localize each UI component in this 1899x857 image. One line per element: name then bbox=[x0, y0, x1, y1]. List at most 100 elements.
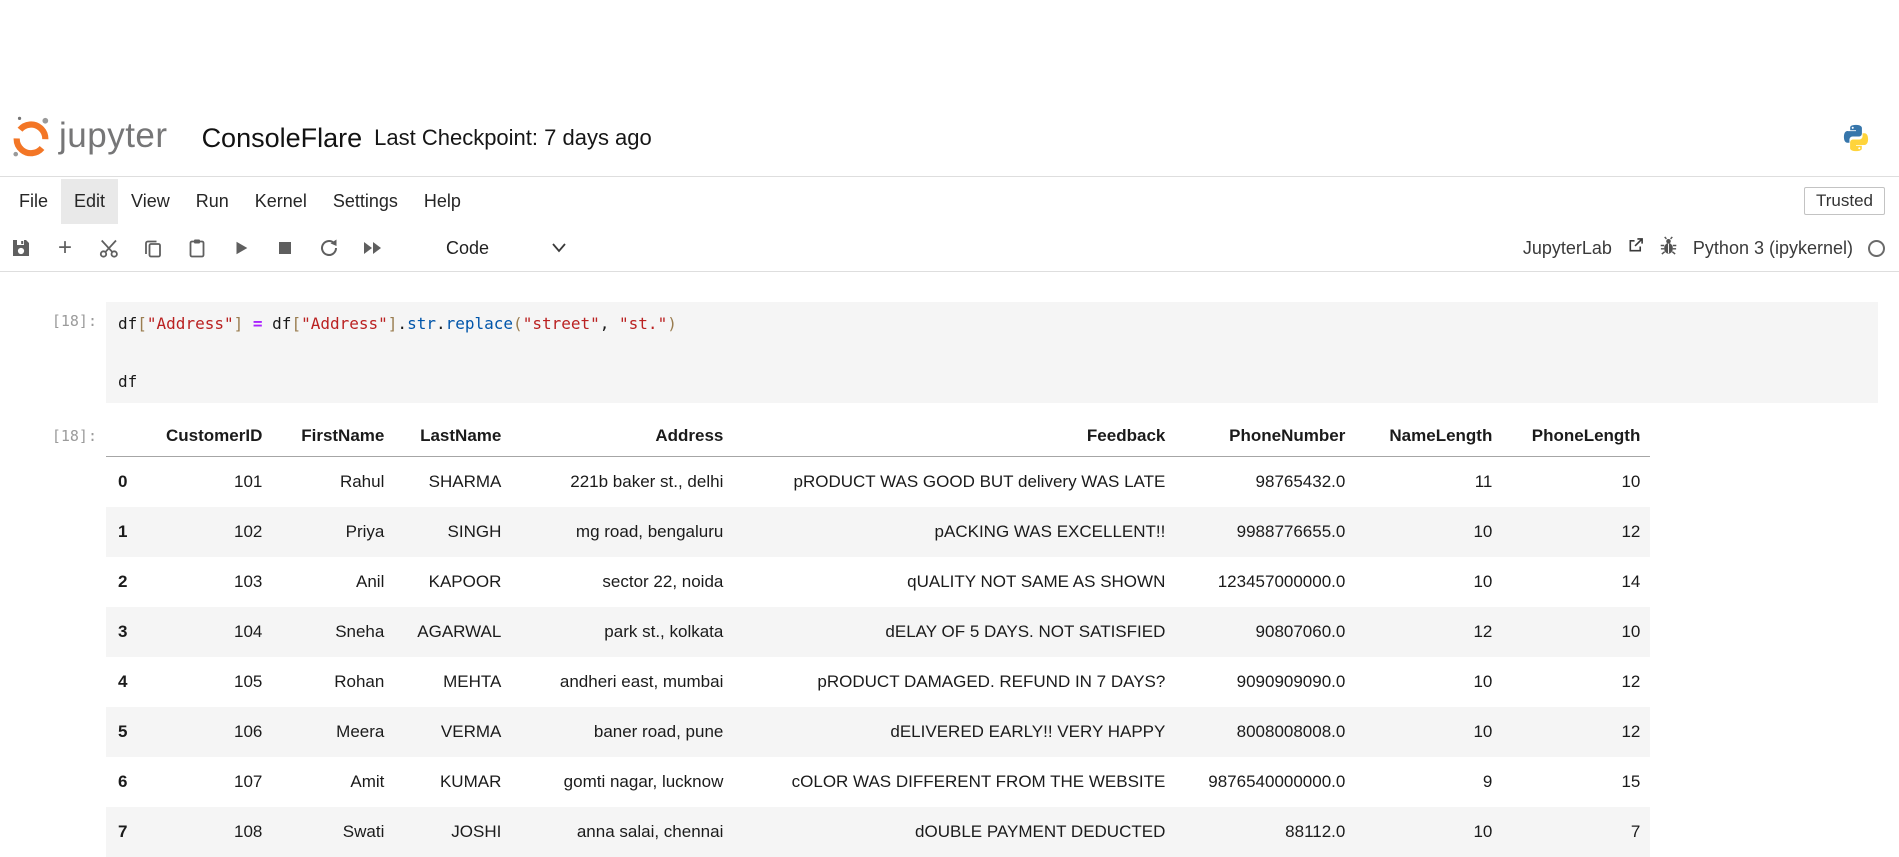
code-token: "Address" bbox=[301, 314, 388, 333]
table-cell: park st., kolkata bbox=[511, 607, 733, 657]
row-index: 6 bbox=[106, 757, 156, 807]
restart-kernel-icon[interactable] bbox=[318, 237, 340, 259]
kernel-name-label[interactable]: Python 3 (ipykernel) bbox=[1693, 238, 1853, 259]
save-icon[interactable] bbox=[10, 237, 32, 259]
column-header: FirstName bbox=[272, 420, 394, 457]
code-token: str bbox=[407, 314, 436, 333]
table-row: 4105RohanMEHTAandheri east, mumbaipRODUC… bbox=[106, 657, 1650, 707]
table-cell: Priya bbox=[272, 507, 394, 557]
table-cell: SINGH bbox=[394, 507, 511, 557]
jupyter-logo[interactable]: jupyter bbox=[10, 114, 168, 163]
row-index: 4 bbox=[106, 657, 156, 707]
table-cell: 98765432.0 bbox=[1175, 457, 1355, 508]
trusted-badge[interactable]: Trusted bbox=[1804, 187, 1885, 215]
menubar-items: FileEditViewRunKernelSettingsHelp bbox=[6, 177, 474, 225]
table-cell: 101 bbox=[156, 457, 272, 508]
debugger-bug-icon[interactable] bbox=[1659, 236, 1678, 260]
table-row: 1102PriyaSINGHmg road, bengalurupACKING … bbox=[106, 507, 1650, 557]
column-header: Feedback bbox=[733, 420, 1175, 457]
code-token: ] bbox=[388, 314, 398, 333]
code-token: [ bbox=[291, 314, 301, 333]
column-header: PhoneNumber bbox=[1175, 420, 1355, 457]
menu-help[interactable]: Help bbox=[411, 179, 474, 224]
table-cell: 106 bbox=[156, 707, 272, 757]
table-cell: 9090909090.0 bbox=[1175, 657, 1355, 707]
code-token bbox=[263, 314, 273, 333]
table-cell: 105 bbox=[156, 657, 272, 707]
copy-cells-icon[interactable] bbox=[142, 237, 164, 259]
table-cell: 9988776655.0 bbox=[1175, 507, 1355, 557]
table-cell: KUMAR bbox=[394, 757, 511, 807]
table-cell: 10 bbox=[1355, 707, 1502, 757]
code-token: ] bbox=[234, 314, 244, 333]
code-token: . bbox=[436, 314, 446, 333]
insert-cell-icon[interactable]: + bbox=[54, 237, 76, 259]
table-cell: MEHTA bbox=[394, 657, 511, 707]
menu-settings[interactable]: Settings bbox=[320, 179, 411, 224]
cut-cells-icon[interactable] bbox=[98, 237, 120, 259]
toolbar-right: JupyterLab Python 3 (ipykernel) bbox=[1523, 236, 1885, 260]
menu-file[interactable]: File bbox=[6, 179, 61, 224]
table-cell: qUALITY NOT SAME AS SHOWN bbox=[733, 557, 1175, 607]
code-line-1: df["Address"] = df["Address"].str.replac… bbox=[118, 309, 1866, 338]
table-cell: 88112.0 bbox=[1175, 807, 1355, 857]
menu-view[interactable]: View bbox=[118, 179, 183, 224]
menu-edit[interactable]: Edit bbox=[61, 179, 118, 224]
input-execution-prompt: [18]: bbox=[0, 302, 97, 330]
paste-cells-icon[interactable] bbox=[186, 237, 208, 259]
header-row: CustomerIDFirstNameLastNameAddressFeedba… bbox=[106, 420, 1650, 457]
table-cell: Meera bbox=[272, 707, 394, 757]
code-line-2 bbox=[118, 338, 1866, 367]
menu-run[interactable]: Run bbox=[183, 179, 242, 224]
table-row: 5106MeeraVERMAbaner road, punedELIVERED … bbox=[106, 707, 1650, 757]
table-cell: anna salai, chennai bbox=[511, 807, 733, 857]
code-token: df bbox=[118, 314, 137, 333]
table-cell: pRODUCT DAMAGED. REFUND IN 7 DAYS? bbox=[733, 657, 1175, 707]
column-header: PhoneLength bbox=[1502, 420, 1650, 457]
code-token: "Address" bbox=[147, 314, 234, 333]
row-index: 0 bbox=[106, 457, 156, 508]
interrupt-kernel-icon[interactable] bbox=[274, 237, 296, 259]
table-cell: Rahul bbox=[272, 457, 394, 508]
notebook-content: [18]: df["Address"] = df["Address"].str.… bbox=[0, 272, 1899, 857]
table-cell: AGARWAL bbox=[394, 607, 511, 657]
table-row: 3104SnehaAGARWALpark st., kolkatadELAY O… bbox=[106, 607, 1650, 657]
table-cell: 103 bbox=[156, 557, 272, 607]
menu-kernel[interactable]: Kernel bbox=[242, 179, 320, 224]
code-editor[interactable]: df["Address"] = df["Address"].str.replac… bbox=[106, 302, 1878, 403]
table-cell: 9876540000000.0 bbox=[1175, 757, 1355, 807]
row-index: 2 bbox=[106, 557, 156, 607]
column-header: NameLength bbox=[1355, 420, 1502, 457]
jupyter-logo-icon bbox=[10, 114, 52, 163]
kernel-status-indicator bbox=[1868, 240, 1885, 257]
table-cell: 10 bbox=[1355, 807, 1502, 857]
code-line-3: df bbox=[118, 367, 1866, 396]
code-cell: [18]: df["Address"] = df["Address"].str.… bbox=[0, 302, 1899, 403]
table-cell: mg road, bengaluru bbox=[511, 507, 733, 557]
notebook-title[interactable]: ConsoleFlare bbox=[202, 123, 363, 154]
table-cell: pACKING WAS EXCELLENT!! bbox=[733, 507, 1175, 557]
code-token: replace bbox=[446, 314, 513, 333]
run-cell-icon[interactable] bbox=[230, 237, 252, 259]
table-cell: Sneha bbox=[272, 607, 394, 657]
table-cell: 123457000000.0 bbox=[1175, 557, 1355, 607]
output-execution-prompt: [18]: bbox=[0, 420, 97, 445]
table-cell: dELAY OF 5 DAYS. NOT SATISFIED bbox=[733, 607, 1175, 657]
code-token: df bbox=[272, 314, 291, 333]
table-cell: andheri east, mumbai bbox=[511, 657, 733, 707]
table-cell: dELIVERED EARLY!! VERY HAPPY bbox=[733, 707, 1175, 757]
row-index: 3 bbox=[106, 607, 156, 657]
row-index: 5 bbox=[106, 707, 156, 757]
table-cell: 12 bbox=[1502, 707, 1650, 757]
chevron-down-icon[interactable] bbox=[551, 242, 567, 254]
restart-run-all-icon[interactable] bbox=[362, 237, 384, 259]
table-cell: 108 bbox=[156, 807, 272, 857]
external-link-icon[interactable] bbox=[1627, 237, 1644, 259]
cell-type-dropdown-value[interactable]: Code bbox=[446, 238, 489, 259]
table-cell: JOSHI bbox=[394, 807, 511, 857]
table-cell: Anil bbox=[272, 557, 394, 607]
jupyterlab-link[interactable]: JupyterLab bbox=[1523, 238, 1612, 259]
toolbar: + Code bbox=[0, 225, 1899, 272]
table-cell: 9 bbox=[1355, 757, 1502, 807]
table-cell: cOLOR WAS DIFFERENT FROM THE WEBSITE bbox=[733, 757, 1175, 807]
